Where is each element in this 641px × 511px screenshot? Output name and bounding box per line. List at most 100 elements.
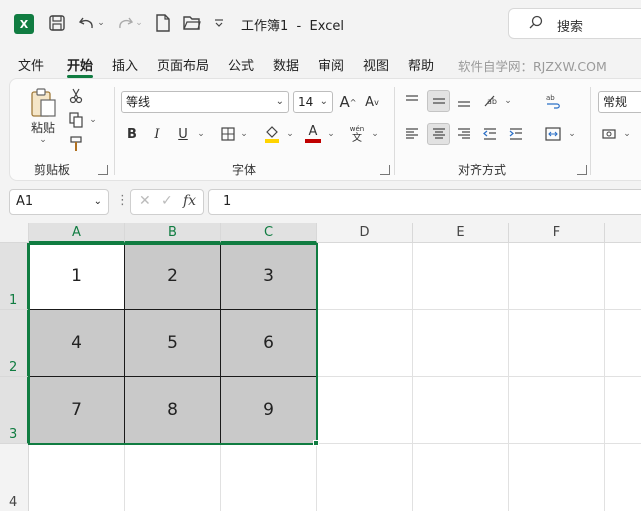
wrap-text-icon[interactable]: ab bbox=[543, 91, 563, 111]
tab-insert[interactable]: 插入 bbox=[112, 55, 138, 74]
formula-input[interactable]: 1 bbox=[208, 189, 641, 215]
tab-formulas[interactable]: 公式 bbox=[228, 55, 254, 74]
copy-icon[interactable] bbox=[67, 111, 85, 129]
font-launcher-icon[interactable] bbox=[380, 165, 390, 175]
bold-button[interactable]: B bbox=[123, 123, 141, 145]
underline-button[interactable]: U bbox=[174, 123, 192, 145]
cell-b1[interactable]: 2 bbox=[125, 243, 221, 310]
undo-icon[interactable] bbox=[76, 12, 98, 34]
cell-b2[interactable]: 5 bbox=[125, 310, 221, 377]
accounting-format-icon[interactable] bbox=[600, 124, 620, 144]
font-size-select[interactable]: 14 ⌄ bbox=[293, 91, 333, 113]
cell-b3[interactable]: 8 bbox=[125, 377, 221, 444]
fill-color-icon[interactable] bbox=[263, 123, 281, 145]
redo-icon[interactable] bbox=[114, 12, 136, 34]
row-header-4[interactable]: 4 bbox=[0, 444, 29, 511]
column-header-a[interactable]: A bbox=[29, 223, 125, 243]
search-icon bbox=[529, 15, 543, 33]
decrease-indent-icon[interactable] bbox=[480, 124, 500, 144]
column-header-f[interactable]: F bbox=[509, 223, 605, 243]
gridline bbox=[316, 444, 317, 511]
font-group-label: 字体 bbox=[232, 163, 257, 177]
phonetic-guide-button[interactable]: wén 文 bbox=[348, 123, 366, 145]
borders-icon[interactable] bbox=[219, 125, 237, 143]
merge-dropdown-icon[interactable]: ⌄ bbox=[567, 129, 577, 139]
tab-file[interactable]: 文件 bbox=[18, 55, 44, 74]
save-icon[interactable] bbox=[46, 12, 68, 34]
tab-page-layout[interactable]: 页面布局 bbox=[157, 55, 209, 74]
align-middle-icon[interactable] bbox=[427, 90, 450, 112]
tab-home[interactable]: 开始 bbox=[67, 55, 93, 74]
undo-dropdown-icon[interactable]: ⌄ bbox=[97, 16, 105, 30]
column-header-e[interactable]: E bbox=[413, 223, 509, 243]
align-center-icon[interactable] bbox=[427, 123, 450, 145]
merge-center-icon[interactable] bbox=[543, 124, 563, 144]
increase-font-size-button[interactable]: A ^ bbox=[338, 91, 358, 113]
tab-review[interactable]: 审阅 bbox=[318, 55, 344, 74]
font-color-button[interactable]: A bbox=[304, 123, 322, 145]
fill-color-dropdown-icon[interactable]: ⌄ bbox=[285, 129, 295, 139]
format-painter-icon[interactable] bbox=[67, 135, 85, 153]
align-right-icon[interactable] bbox=[454, 124, 474, 144]
open-folder-icon[interactable] bbox=[181, 12, 203, 34]
row-header-2[interactable]: 2 bbox=[0, 310, 29, 377]
excel-logo-icon: X bbox=[14, 14, 34, 34]
increase-indent-icon[interactable] bbox=[506, 124, 526, 144]
alignment-launcher-icon[interactable] bbox=[577, 165, 587, 175]
separator bbox=[590, 87, 591, 175]
phonetic-dropdown-icon[interactable]: ⌄ bbox=[370, 129, 380, 139]
orientation-dropdown-icon[interactable]: ⌄ bbox=[503, 96, 513, 106]
cell-c3[interactable]: 9 bbox=[221, 377, 317, 444]
worksheet-grid[interactable]: A B C D E F 1 2 3 4 1 2 3 4 5 6 7 8 9 bbox=[0, 223, 641, 511]
row-header-1[interactable]: 1 bbox=[0, 243, 29, 310]
orientation-icon[interactable]: ab bbox=[480, 91, 502, 111]
select-all-button[interactable] bbox=[0, 223, 29, 243]
align-left-icon[interactable] bbox=[402, 124, 422, 144]
number-format-select[interactable]: 常规 bbox=[598, 91, 641, 113]
gridline bbox=[604, 243, 605, 511]
cell-a3[interactable]: 7 bbox=[29, 377, 125, 444]
new-file-icon[interactable] bbox=[152, 12, 174, 34]
tab-data[interactable]: 数据 bbox=[273, 55, 299, 74]
borders-dropdown-icon[interactable]: ⌄ bbox=[239, 129, 249, 139]
align-top-icon[interactable] bbox=[402, 91, 422, 111]
accounting-dropdown-icon[interactable]: ⌄ bbox=[622, 129, 632, 139]
more-vertical-icon[interactable]: ⋮ bbox=[116, 193, 129, 208]
name-box[interactable]: A1 ⌄ bbox=[9, 189, 109, 215]
paste-label[interactable]: 粘贴 bbox=[26, 119, 60, 135]
copy-dropdown-icon[interactable]: ⌄ bbox=[88, 115, 98, 125]
cut-icon[interactable] bbox=[67, 87, 85, 105]
separator bbox=[394, 87, 395, 175]
column-header-b[interactable]: B bbox=[125, 223, 221, 243]
italic-button[interactable]: I bbox=[148, 123, 166, 145]
column-header-g[interactable] bbox=[605, 223, 641, 243]
fill-handle[interactable] bbox=[313, 440, 319, 446]
enter-icon[interactable]: ✓ bbox=[161, 193, 173, 209]
customize-toolbar-icon[interactable] bbox=[212, 14, 226, 32]
tab-view[interactable]: 视图 bbox=[363, 55, 389, 74]
paste-dropdown-icon[interactable]: ⌄ bbox=[38, 135, 48, 145]
cell-a1[interactable]: 1 bbox=[29, 243, 125, 310]
cancel-icon[interactable]: ✕ bbox=[139, 193, 151, 209]
font-name-select[interactable]: 等线 ⌄ bbox=[121, 91, 289, 113]
ribbon-home: 粘贴 ⌄ ⌄ 剪贴板 等线 ⌄ 14 ⌄ A ^ Av B I U ⌄ ⌄ ⌄ A ⌄… bbox=[9, 78, 641, 181]
decrease-font-size-button[interactable]: Av bbox=[362, 91, 382, 113]
row-header-3[interactable]: 3 bbox=[0, 377, 29, 444]
svg-text:ab: ab bbox=[487, 97, 497, 106]
column-header-d[interactable]: D bbox=[317, 223, 413, 243]
alignment-group-label: 对齐方式 bbox=[458, 163, 507, 177]
cell-c1[interactable]: 3 bbox=[221, 243, 317, 310]
font-color-dropdown-icon[interactable]: ⌄ bbox=[326, 129, 336, 139]
cell-a2[interactable]: 4 bbox=[29, 310, 125, 377]
redo-dropdown-icon[interactable]: ⌄ bbox=[135, 16, 143, 30]
paste-icon[interactable] bbox=[26, 85, 60, 121]
tab-help[interactable]: 帮助 bbox=[408, 55, 434, 74]
insert-function-icon[interactable]: fx bbox=[183, 193, 196, 209]
cell-c2[interactable]: 6 bbox=[221, 310, 317, 377]
search-input[interactable]: 搜索 bbox=[508, 8, 641, 39]
align-bottom-icon[interactable] bbox=[454, 91, 474, 111]
column-header-c[interactable]: C bbox=[221, 223, 317, 243]
window-title: 工作簿1 - Excel bbox=[241, 19, 344, 34]
underline-dropdown-icon[interactable]: ⌄ bbox=[196, 129, 206, 139]
clipboard-launcher-icon[interactable] bbox=[98, 165, 108, 175]
